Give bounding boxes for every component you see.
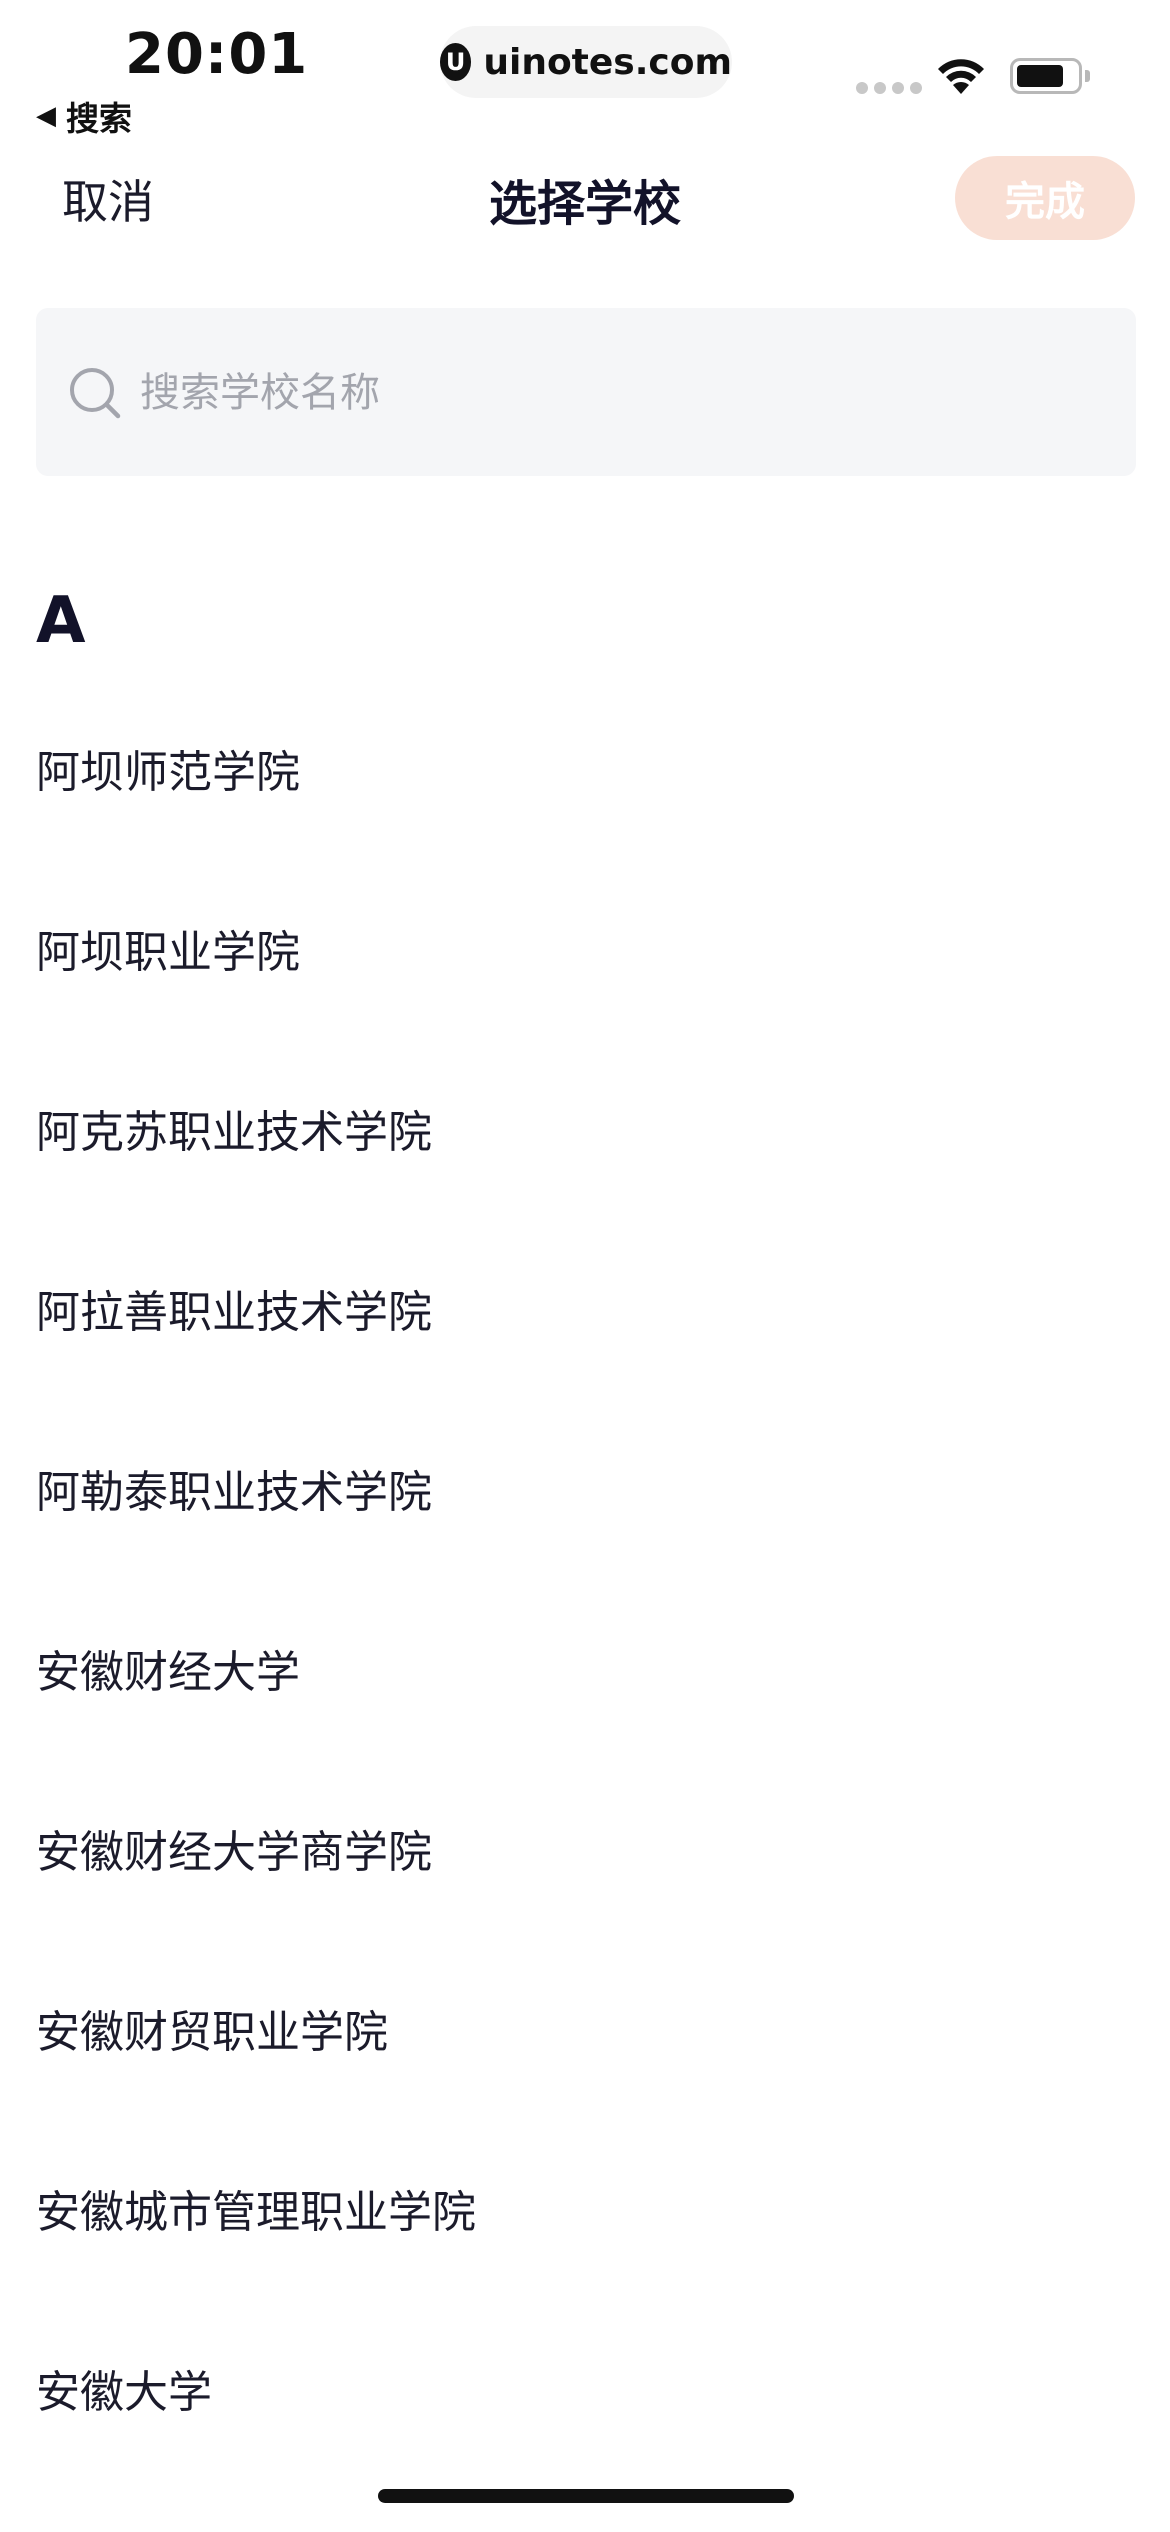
back-to-app-link[interactable]: ◀ 搜索 [36, 92, 132, 140]
list-item[interactable]: 安徽财经大学 [36, 1618, 1136, 1718]
battery-icon [1010, 58, 1082, 94]
list-item[interactable]: 阿坝职业学院 [36, 898, 1136, 998]
search-input[interactable] [138, 354, 1102, 432]
wifi-icon [938, 59, 984, 94]
list-item[interactable]: 阿坝师范学院 [36, 718, 1136, 818]
list-item[interactable]: 阿勒泰职业技术学院 [36, 1438, 1136, 1538]
list-item[interactable]: 阿克苏职业技术学院 [36, 1078, 1136, 1178]
list-item[interactable]: 安徽大学 [36, 2338, 1136, 2438]
url-pill[interactable]: U uinotes.com [440, 26, 732, 98]
url-text: uinotes.com [483, 41, 732, 83]
status-time: 20:01 [125, 22, 309, 87]
list-item[interactable]: 安徽财贸职业学院 [36, 1978, 1136, 2078]
battery-level [1017, 65, 1064, 87]
search-icon [70, 368, 121, 419]
section-header-letter: A [36, 584, 86, 658]
list-item[interactable]: 安徽城市管理职业学院 [36, 2158, 1136, 2258]
back-app-label: 搜索 [66, 99, 132, 138]
home-indicator[interactable] [378, 2489, 794, 2503]
cellular-signal-icon [856, 82, 922, 94]
back-triangle-icon: ◀ [36, 101, 56, 131]
status-bar: 20:01 ◀ 搜索 U uinotes.com [0, 0, 1170, 150]
battery-tip [1085, 70, 1090, 82]
list-item[interactable]: 阿拉善职业技术学院 [36, 1258, 1136, 1358]
done-button[interactable]: 完成 [955, 156, 1135, 240]
search-box[interactable] [36, 308, 1136, 476]
site-logo-icon: U [440, 43, 472, 81]
list-item[interactable]: 安徽财经大学商学院 [36, 1798, 1136, 1898]
